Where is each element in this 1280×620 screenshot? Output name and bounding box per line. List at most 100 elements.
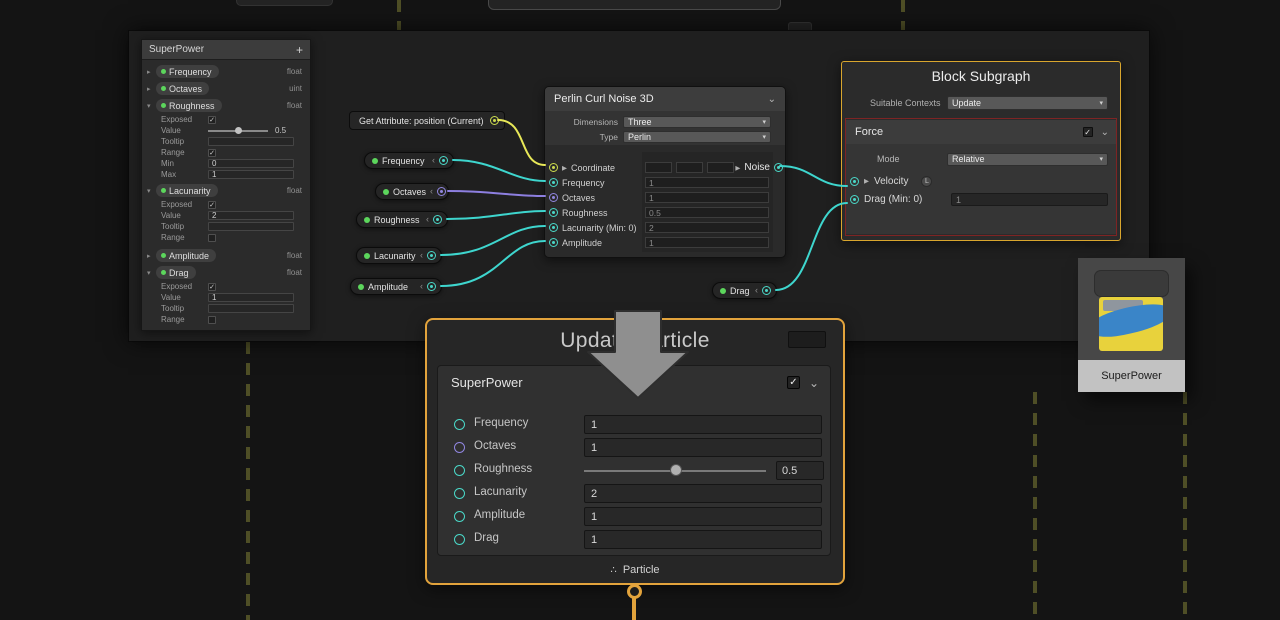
property-row-frequency[interactable]: ▸ Frequency float [142,63,310,80]
output-port[interactable] [427,282,436,291]
value-field[interactable]: 1 [208,293,294,302]
drag-value-field[interactable]: 1 [584,530,822,549]
roughness-port[interactable] [454,465,465,476]
property-row-drag[interactable]: ▾ Drag float [142,264,310,281]
min-field[interactable]: 0 [208,159,294,168]
collapse-caret-icon[interactable]: ▾ [147,187,156,195]
tooltip-field[interactable] [208,137,294,146]
exposed-checkbox[interactable]: ✓ [208,116,216,124]
block-enabled-checkbox[interactable]: ✓ [787,376,800,389]
drag-input-port[interactable] [850,195,859,204]
coordinate-y-field[interactable] [676,162,703,173]
exposed-checkbox[interactable]: ✓ [208,201,216,209]
value-field[interactable]: 2 [208,211,294,220]
range-checkbox[interactable] [208,234,216,242]
lacunarity-field[interactable]: 2 [645,222,769,233]
output-port[interactable] [774,163,783,172]
output-port[interactable] [439,156,448,165]
max-field[interactable]: 1 [208,170,294,179]
input-port[interactable] [549,238,558,247]
dimensions-dropdown[interactable]: Three ▾ [623,116,771,128]
input-port[interactable] [549,178,558,187]
property-pill[interactable]: Octaves [156,82,209,95]
get-attribute-node[interactable]: Get Attribute: position (Current) [349,111,505,130]
output-port[interactable] [490,116,499,125]
roughness-field[interactable]: 0.5 [645,207,769,218]
coordinate-z-field[interactable] [707,162,734,173]
output-port[interactable] [762,286,771,295]
expand-caret-icon[interactable]: ▸ [147,68,156,76]
octaves-port[interactable] [454,442,465,453]
collapse-caret-icon[interactable]: ▾ [147,269,156,277]
suitable-contexts-dropdown[interactable]: Update ▾ [947,96,1108,110]
property-pill[interactable]: Frequency [156,65,219,78]
type-dropdown[interactable]: Perlin ▾ [623,131,771,143]
slider-knob[interactable] [670,464,682,476]
input-port[interactable] [549,208,558,217]
input-port[interactable] [549,163,558,172]
property-pill[interactable]: Amplitude [156,249,216,262]
coordinate-x-field[interactable] [645,162,672,173]
range-checkbox[interactable] [208,316,216,324]
add-property-button[interactable]: + [296,43,303,57]
parameter-node-drag[interactable]: Drag ‹ [712,282,777,299]
output-port[interactable] [427,251,436,260]
collapse-icon[interactable]: ‹ [420,282,423,291]
property-row-roughness[interactable]: ▾ Roughness float [142,97,310,114]
expand-caret-icon[interactable]: ▸ [147,252,156,260]
collapse-icon[interactable]: ‹ [420,251,423,260]
input-port[interactable] [549,223,558,232]
exposed-checkbox[interactable]: ✓ [208,283,216,291]
lacunarity-port[interactable] [454,488,465,499]
parameter-node-lacunarity[interactable]: Lacunarity ‹ [356,247,442,264]
expander-icon[interactable]: ▶ [864,177,869,185]
block-enabled-checkbox[interactable]: ✓ [1083,127,1093,137]
mode-dropdown[interactable]: Relative ▾ [947,153,1108,166]
property-row-amplitude[interactable]: ▸ Amplitude float [142,247,310,264]
subgraph-asset-tile[interactable]: SuperPower [1078,258,1185,392]
property-pill[interactable]: Drag [156,266,196,279]
frequency-port[interactable] [454,419,465,430]
superpower-block[interactable]: SuperPower ✓ ⌄ Frequency 1 Octaves 1 Rou… [437,365,831,556]
output-port[interactable] [437,187,446,196]
parameter-node-octaves[interactable]: Octaves ‹ [375,183,449,200]
octaves-field[interactable]: 1 [645,192,769,203]
expand-caret-icon[interactable]: ▸ [147,85,156,93]
frequency-field[interactable]: 1 [645,177,769,188]
chevron-down-icon[interactable]: ⌄ [809,376,819,390]
octaves-value-field[interactable]: 1 [584,438,822,457]
chevron-down-icon[interactable]: ⌄ [1101,127,1109,138]
amplitude-value-field[interactable]: 1 [584,507,822,526]
tooltip-field[interactable] [208,304,294,313]
drag-value-field[interactable]: 1 [951,193,1108,206]
property-pill[interactable]: Lacunarity [156,184,218,197]
context-header-widget[interactable] [788,331,826,348]
tooltip-field[interactable] [208,222,294,231]
value-slider[interactable] [208,130,268,132]
force-block-header[interactable]: Force ✓ ⌄ [846,120,1116,144]
collapse-icon[interactable]: ‹ [432,156,435,165]
velocity-input-port[interactable] [850,177,859,186]
property-row-lacunarity[interactable]: ▾ Lacunarity float [142,182,310,199]
roughness-value-field[interactable]: 0.5 [776,461,824,480]
property-pill[interactable]: Roughness [156,99,222,112]
collapse-caret-icon[interactable]: ▾ [147,102,156,110]
parameter-node-amplitude[interactable]: Amplitude ‹ [350,278,442,295]
amplitude-field[interactable]: 1 [645,237,769,248]
chevron-down-icon[interactable]: ⌄ [768,94,776,105]
block-subgraph-panel[interactable]: Block Subgraph Suitable Contexts Update … [841,61,1121,241]
collapse-icon[interactable]: ‹ [426,215,429,224]
slider-knob[interactable] [235,127,242,134]
collapse-icon[interactable]: ‹ [755,286,758,295]
collapse-icon[interactable]: ‹ [430,187,433,196]
context-output-flow-port[interactable] [627,584,642,599]
property-row-octaves[interactable]: ▸ Octaves uint [142,80,310,97]
perlin-curl-noise-node[interactable]: Perlin Curl Noise 3D ⌄ Dimensions Three … [544,86,786,258]
input-port[interactable] [549,193,558,202]
update-particle-context-node[interactable]: Update Particle SuperPower ✓ ⌄ Frequency… [425,318,845,585]
parameter-node-roughness[interactable]: Roughness ‹ [356,211,448,228]
output-port[interactable] [433,215,442,224]
range-checkbox[interactable]: ✓ [208,149,216,157]
amplitude-port[interactable] [454,511,465,522]
frequency-value-field[interactable]: 1 [584,415,822,434]
